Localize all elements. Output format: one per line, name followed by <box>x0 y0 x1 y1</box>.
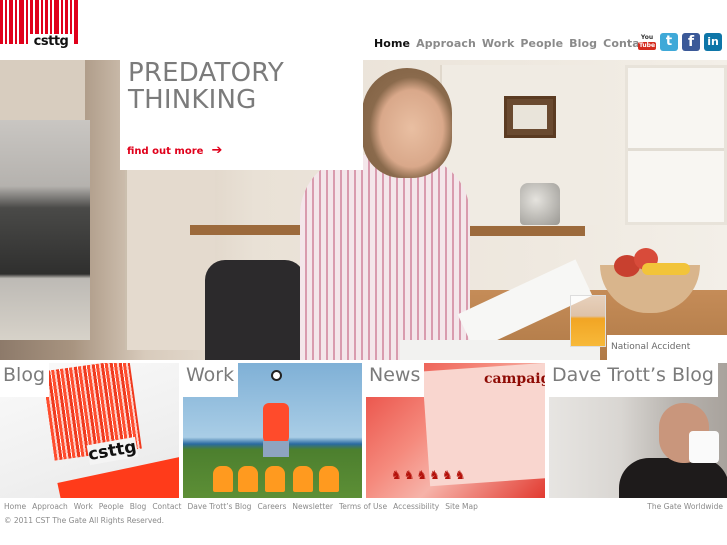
hero-image-juice-glass <box>570 295 606 347</box>
social-links: You Tube t f in <box>638 33 722 51</box>
footer-link-blog[interactable]: Blog <box>130 502 147 511</box>
footer-link-dave-trotts-blog[interactable]: Dave Trott’s Blog <box>188 502 252 511</box>
nav-blog[interactable]: Blog <box>569 37 597 50</box>
tile-work-image-player <box>263 403 289 443</box>
tile-dave-trotts-blog-label: Dave Trott’s Blog <box>549 363 718 397</box>
nav-approach[interactable]: Approach <box>416 37 476 50</box>
main-nav: Home Approach Work People Blog Contact <box>374 37 658 50</box>
hero-image-picture-frame <box>504 96 556 138</box>
facebook-icon[interactable]: f <box>682 33 700 51</box>
nav-work[interactable]: Work <box>482 37 514 50</box>
tile-work[interactable]: Work <box>183 363 362 498</box>
promo-title-line2: THINKING <box>128 85 257 115</box>
hero-image-kettle <box>520 183 560 225</box>
hero-caption[interactable]: National Accident Helpline <box>607 335 727 360</box>
tile-news-label: News <box>366 363 425 397</box>
find-out-more-label: find out more <box>127 146 204 157</box>
footer-link-people[interactable]: People <box>99 502 124 511</box>
tile-dave-trotts-blog[interactable]: Dave Trott’s Blog <box>549 363 727 498</box>
find-out-more-link[interactable]: find out more ➔ <box>127 143 222 158</box>
tile-dave-image-mug <box>689 431 719 463</box>
twitter-icon[interactable]: t <box>660 33 678 51</box>
footer: Home Approach Work People Blog Contact D… <box>4 502 723 525</box>
footer-link-work[interactable]: Work <box>74 502 93 511</box>
tile-work-image-shorts <box>263 441 289 457</box>
hero-image-oven <box>0 120 90 340</box>
tile-work-label: Work <box>183 363 239 397</box>
youtube-icon[interactable]: You Tube <box>638 33 656 51</box>
logo[interactable]: csttg <box>0 0 80 52</box>
tile-work-image-kid <box>265 466 285 492</box>
hero-image-counter <box>455 226 585 236</box>
hero-image-banana <box>642 263 690 275</box>
footer-link-the-gate-worldwide[interactable]: The Gate Worldwide <box>647 502 723 511</box>
tile-blog-label: Blog <box>0 363 49 397</box>
hero-image-person <box>300 155 470 360</box>
hero-image-chair <box>205 260 305 360</box>
footer-links: Home Approach Work People Blog Contact D… <box>4 502 723 511</box>
tile-news[interactable]: campaign ♞♞♞♞♞♞ News <box>366 363 545 498</box>
youtube-icon-top: You <box>640 34 654 41</box>
hero-image-counter <box>190 225 300 235</box>
tile-blog[interactable]: csttg Blog <box>0 363 179 498</box>
promo-box: PREDATORY THINKING find out more ➔ <box>120 60 363 170</box>
tile-work-image-kid <box>238 466 258 492</box>
hero-image-head <box>362 68 452 178</box>
hero-image-window <box>625 65 727 225</box>
footer-link-newsletter[interactable]: Newsletter <box>292 502 333 511</box>
arrow-right-icon: ➔ <box>211 143 223 158</box>
football-icon <box>271 370 282 381</box>
nav-people[interactable]: People <box>520 37 563 50</box>
copyright: © 2011 CST The Gate All Rights Reserved. <box>4 516 165 525</box>
footer-link-site-map[interactable]: Site Map <box>445 502 478 511</box>
footer-link-accessibility[interactable]: Accessibility <box>393 502 439 511</box>
hero-banner[interactable]: PREDATORY THINKING find out more ➔ Nation… <box>0 60 727 360</box>
feature-tiles: csttg Blog Work campaign ♞♞♞♞♞♞ News Dav… <box>0 363 727 498</box>
hero-image-door <box>125 170 215 350</box>
promo-title-line1: PREDATORY <box>128 60 284 88</box>
footer-link-home[interactable]: Home <box>4 502 26 511</box>
tile-work-image-kid <box>319 466 339 492</box>
footer-link-contact[interactable]: Contact <box>152 502 181 511</box>
footer-link-approach[interactable]: Approach <box>32 502 68 511</box>
logo-text: csttg <box>30 34 72 50</box>
footer-link-careers[interactable]: Careers <box>257 502 286 511</box>
youtube-icon-bottom: Tube <box>638 42 656 50</box>
nav-home[interactable]: Home <box>374 37 410 50</box>
promo-title: PREDATORY THINKING <box>128 60 355 114</box>
tile-news-image-masthead: campaign <box>484 371 545 387</box>
hero-image-cabinet <box>0 60 85 120</box>
tile-blog-image-band <box>57 453 179 498</box>
tile-work-image-kid <box>213 466 233 492</box>
tile-news-image-icons: ♞♞♞♞♞♞ <box>391 468 468 482</box>
footer-link-terms[interactable]: Terms of Use <box>339 502 387 511</box>
tile-work-image-kid <box>293 466 313 492</box>
tile-dave-image-suit <box>619 458 727 498</box>
linkedin-icon[interactable]: in <box>704 33 722 51</box>
